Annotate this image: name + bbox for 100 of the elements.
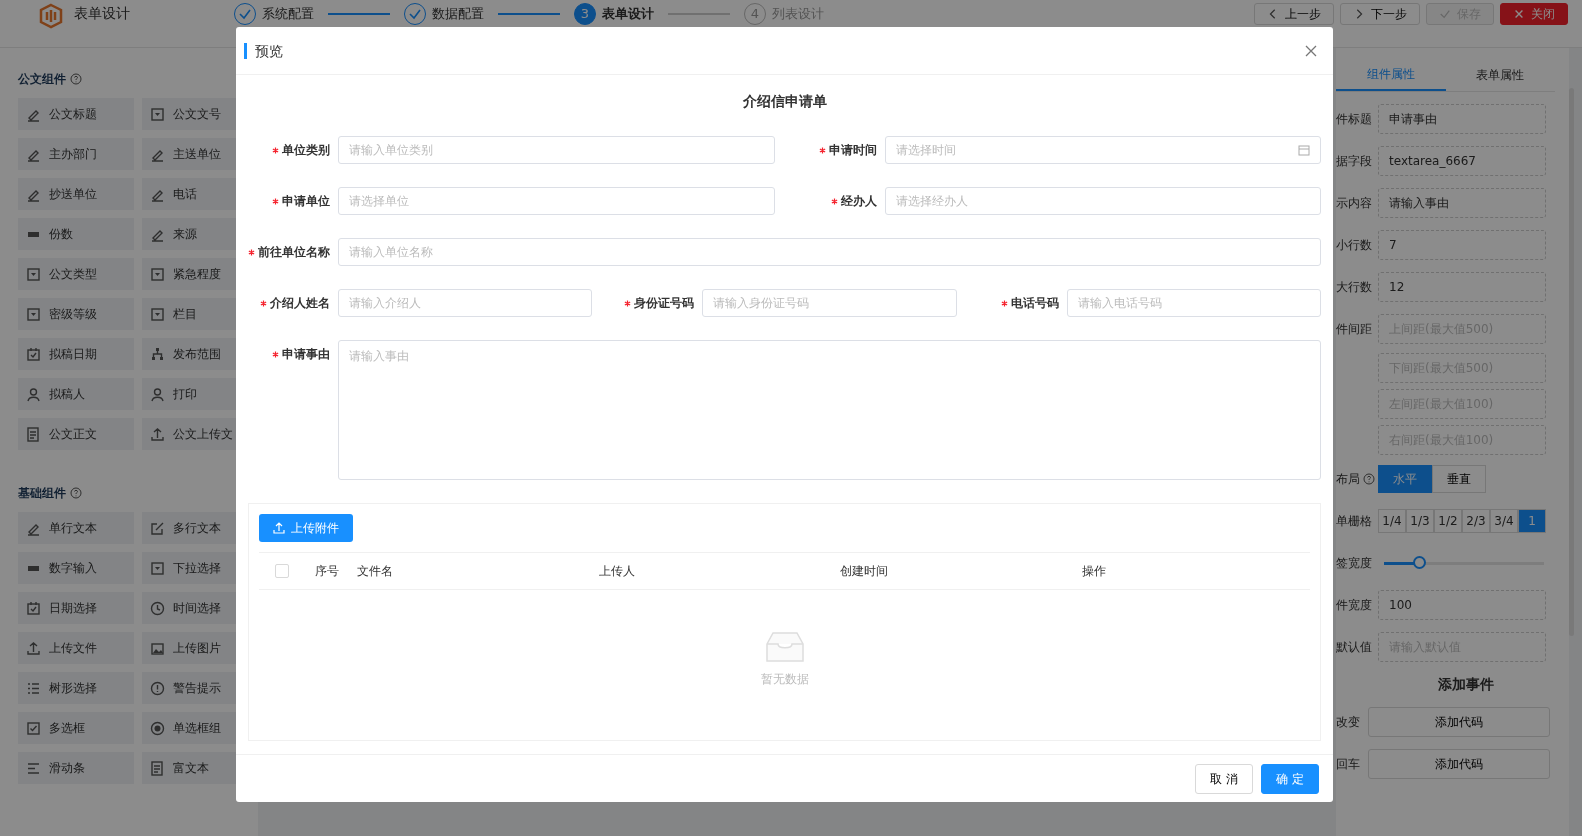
field-label: 布局 bbox=[1336, 471, 1360, 488]
placeholder-text: 请选择单位 bbox=[349, 193, 409, 210]
upload-button[interactable]: 上传附件 bbox=[259, 514, 353, 542]
form-title: 介绍信申请单 bbox=[741, 92, 828, 111]
document-icon bbox=[150, 760, 165, 776]
field-label: 小行数 bbox=[1336, 237, 1372, 254]
cancel-button[interactable]: 取 消 bbox=[1195, 763, 1254, 794]
event-label: 改变 bbox=[1336, 714, 1360, 731]
component-item[interactable]: 公文标题 bbox=[18, 98, 134, 130]
component-item[interactable]: 主办部门 bbox=[18, 138, 134, 170]
grid-option[interactable]: 2/3 bbox=[1462, 509, 1490, 533]
dropdown-icon bbox=[26, 306, 41, 322]
field-label: 前往单位名称 bbox=[258, 245, 330, 259]
check-icon bbox=[1439, 8, 1451, 20]
placeholder-text: 请输入身份证号码 bbox=[713, 295, 810, 312]
segment-option[interactable]: 垂直 bbox=[1432, 465, 1486, 493]
logo-icon bbox=[38, 3, 64, 29]
component-item[interactable]: 日期选择 bbox=[18, 592, 134, 624]
grid-option[interactable]: 1/4 bbox=[1378, 509, 1406, 533]
document-icon bbox=[26, 426, 41, 442]
grid-option[interactable]: 1 bbox=[1518, 509, 1546, 533]
step-indicator: 3 bbox=[574, 3, 596, 25]
component-item[interactable]: 滑动条 bbox=[18, 752, 134, 784]
tab[interactable]: 表单属性 bbox=[1445, 58, 1555, 91]
grid-option[interactable]: 1/3 bbox=[1406, 509, 1434, 533]
input-field[interactable]: 7 bbox=[1378, 230, 1546, 260]
checkbox[interactable] bbox=[275, 564, 289, 578]
field-label: 单位类别 bbox=[282, 143, 330, 157]
close-button[interactable] bbox=[1305, 44, 1317, 57]
field-label: 身份证号码 bbox=[634, 296, 695, 310]
segment-option[interactable]: 水平 bbox=[1378, 465, 1432, 493]
component-item[interactable]: 树形选择 bbox=[18, 672, 134, 704]
column-header: 文件名 bbox=[357, 563, 394, 580]
add-code-button[interactable]: 添加代码 bbox=[1368, 707, 1550, 737]
input-field[interactable]: 12 bbox=[1378, 272, 1546, 302]
component-item[interactable]: 密级等级 bbox=[18, 298, 134, 330]
field-label: 默认值 bbox=[1336, 639, 1372, 656]
list-icon bbox=[26, 680, 41, 696]
field-label: 申请事由 bbox=[282, 347, 330, 361]
column-header: 创建时间 bbox=[840, 563, 889, 580]
dropdown-icon bbox=[26, 266, 41, 282]
component-item[interactable]: 拟稿日期 bbox=[18, 338, 134, 370]
field-label: 据字段 bbox=[1336, 153, 1372, 170]
image-icon bbox=[150, 640, 165, 656]
dropdown-icon bbox=[150, 106, 165, 122]
component-item[interactable]: 拟稿人 bbox=[18, 378, 134, 410]
clock-icon bbox=[150, 600, 165, 616]
add-code-button[interactable]: 添加代码 bbox=[1368, 749, 1550, 779]
input-field[interactable]: 100 bbox=[1378, 590, 1546, 620]
group-title: 公文组件 bbox=[18, 71, 66, 88]
field-label: 件间距 bbox=[1336, 321, 1372, 338]
section-title: 添加事件 bbox=[1436, 675, 1495, 694]
placeholder-text: 请输入单位名称 bbox=[349, 244, 433, 261]
field-label: 介绍人姓名 bbox=[270, 296, 330, 310]
component-item[interactable]: 抄送单位 bbox=[18, 178, 134, 210]
confirm-button[interactable]: 确 定 bbox=[1261, 763, 1319, 794]
next-button[interactable]: 下一步 bbox=[1340, 3, 1420, 25]
placeholder-text: 请选择经办人 bbox=[895, 193, 968, 210]
previous-button[interactable]: 上一步 bbox=[1254, 3, 1334, 25]
input-field[interactable]: 请输入事由 bbox=[1378, 188, 1546, 218]
help-icon[interactable] bbox=[1363, 473, 1375, 485]
field-label: 件宽度 bbox=[1336, 597, 1372, 614]
step-label: 表单设计 bbox=[602, 5, 654, 24]
component-item[interactable]: 上传文件 bbox=[18, 632, 134, 664]
lines-icon bbox=[26, 760, 41, 776]
component-item[interactable]: 多选框 bbox=[18, 712, 134, 744]
placeholder-text: 请选择时间 bbox=[895, 142, 956, 159]
info-icon bbox=[150, 680, 165, 696]
column-header: 操作 bbox=[1082, 563, 1107, 580]
empty-text: 暂无数据 bbox=[760, 671, 809, 688]
input-field[interactable]: textarea_6667 bbox=[1378, 146, 1546, 176]
close-button[interactable]: 关闭 bbox=[1500, 3, 1568, 25]
field-label: 电话号码 bbox=[1010, 296, 1059, 310]
hierarchy-icon bbox=[150, 346, 165, 362]
placeholder-text: 请输入电话号码 bbox=[1077, 295, 1162, 312]
grid-option[interactable]: 1/2 bbox=[1434, 509, 1462, 533]
field-label: 签宽度 bbox=[1336, 555, 1372, 572]
upload-icon bbox=[150, 426, 165, 442]
calendar-icon bbox=[26, 346, 41, 362]
grid-option[interactable]: 3/4 bbox=[1490, 509, 1518, 533]
input-field[interactable]: 申请事由 bbox=[1378, 104, 1546, 134]
dropdown-icon bbox=[150, 266, 165, 282]
help-icon[interactable] bbox=[70, 73, 82, 85]
upload-icon bbox=[26, 640, 41, 656]
placeholder-text: 请输入事由 bbox=[349, 348, 409, 365]
checkbox-icon bbox=[26, 720, 41, 736]
component-item[interactable]: 公文类型 bbox=[18, 258, 134, 290]
tab[interactable]: 组件属性 bbox=[1336, 58, 1446, 91]
field-label: 件标题 bbox=[1336, 111, 1372, 128]
help-icon[interactable] bbox=[70, 487, 82, 499]
group-title: 基础组件 bbox=[18, 485, 66, 502]
component-item[interactable]: 数字输入 bbox=[18, 552, 134, 584]
component-item[interactable]: 公文正文 bbox=[18, 418, 134, 450]
edit-icon bbox=[150, 520, 165, 536]
column-header: 上传人 bbox=[599, 563, 636, 580]
calendar-icon bbox=[1298, 144, 1310, 156]
component-item[interactable]: 份数 bbox=[18, 218, 134, 250]
dropdown-icon bbox=[150, 306, 165, 322]
component-item[interactable]: 单行文本 bbox=[18, 512, 134, 544]
slider-handle[interactable] bbox=[1413, 556, 1427, 569]
